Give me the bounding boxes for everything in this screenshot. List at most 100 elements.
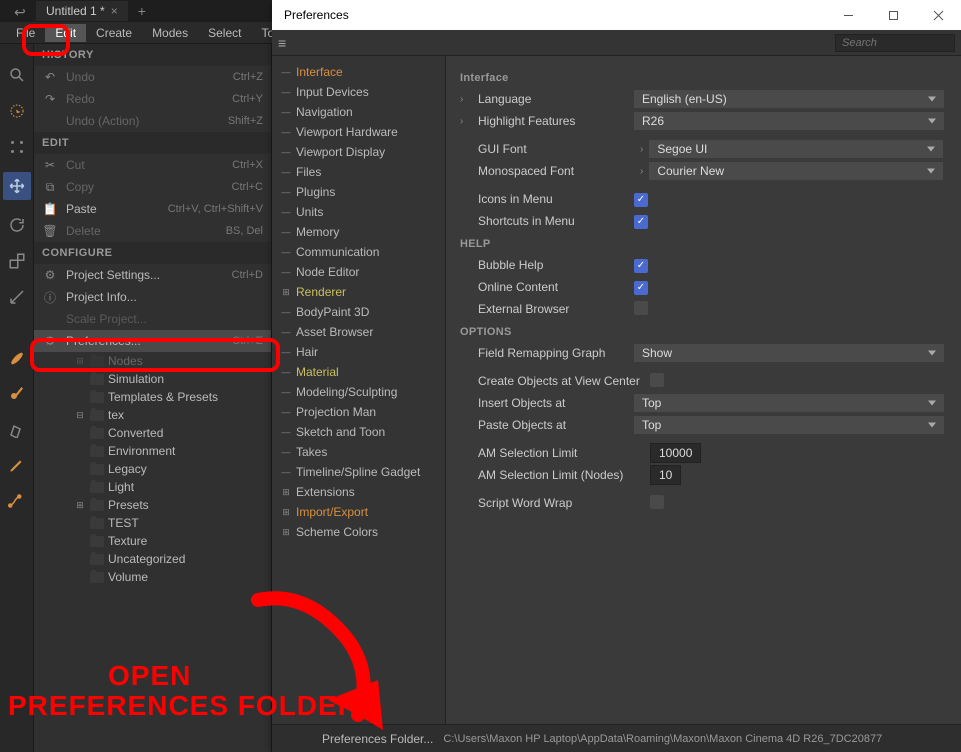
search-input[interactable]	[835, 34, 955, 52]
tree-nodes[interactable]: ⊞Nodes	[34, 352, 271, 370]
language-dropdown[interactable]: English (en-US)	[634, 90, 944, 108]
undo-item[interactable]: ↶UndoCtrl+Z	[34, 66, 271, 88]
document-tab[interactable]: Untitled 1 * ×	[36, 1, 128, 21]
cut-item[interactable]: ✂CutCtrl+X	[34, 154, 271, 176]
pencil-icon[interactable]	[6, 454, 28, 476]
chevron-right-icon[interactable]: ›	[460, 94, 476, 105]
pt-units[interactable]: —Units	[272, 202, 445, 222]
tree-uncategorized[interactable]: Uncategorized	[34, 550, 271, 568]
tab-add-button[interactable]: +	[128, 3, 156, 19]
pt-takes[interactable]: —Takes	[272, 442, 445, 462]
tree-environment[interactable]: Environment	[34, 442, 271, 460]
scale-project-item[interactable]: Scale Project...	[34, 308, 271, 330]
pt-projection[interactable]: —Projection Man	[272, 402, 445, 422]
mono-font-dropdown[interactable]: Courier New	[649, 162, 943, 180]
pt-bodypaint[interactable]: —BodyPaint 3D	[272, 302, 445, 322]
tree-presets[interactable]: ⊞Presets	[34, 496, 271, 514]
delete-item[interactable]: 🗑DeleteBS, Del	[34, 220, 271, 242]
pt-extensions[interactable]: ⊞Extensions	[272, 482, 445, 502]
paste-item[interactable]: 📋PasteCtrl+V, Ctrl+Shift+V	[34, 198, 271, 220]
tree-light[interactable]: Light	[34, 478, 271, 496]
am-limit-input[interactable]: 10000	[650, 443, 701, 463]
pt-navigation[interactable]: —Navigation	[272, 102, 445, 122]
tree-volume[interactable]: Volume	[34, 568, 271, 586]
tree-texture[interactable]: Texture	[34, 532, 271, 550]
search-icon[interactable]	[6, 64, 28, 86]
pt-viewport-hardware[interactable]: —Viewport Hardware	[272, 122, 445, 142]
pt-scheme-colors[interactable]: ⊞Scheme Colors	[272, 522, 445, 542]
redo-item[interactable]: ↷RedoCtrl+Y	[34, 88, 271, 110]
icons-menu-checkbox[interactable]: ✓	[634, 193, 648, 207]
pt-plugins[interactable]: —Plugins	[272, 182, 445, 202]
pt-import-export[interactable]: ⊞Import/Export	[272, 502, 445, 522]
pt-viewport-display[interactable]: —Viewport Display	[272, 142, 445, 162]
pt-hair[interactable]: —Hair	[272, 342, 445, 362]
create-center-checkbox[interactable]	[650, 373, 664, 387]
menu-create[interactable]: Create	[86, 24, 142, 42]
external-browser-checkbox[interactable]	[634, 301, 648, 315]
pt-timeline[interactable]: —Timeline/Spline Gadget	[272, 462, 445, 482]
group-options: OPTIONS	[460, 320, 947, 342]
chevron-right-icon[interactable]: ›	[634, 166, 649, 177]
close-button[interactable]	[916, 0, 961, 30]
online-content-checkbox[interactable]: ✓	[634, 281, 648, 295]
axis-icon[interactable]	[6, 286, 28, 308]
pt-renderer[interactable]: ⊞Renderer	[272, 282, 445, 302]
shortcuts-menu-checkbox[interactable]: ✓	[634, 215, 648, 229]
bubble-help-checkbox[interactable]: ✓	[634, 259, 648, 273]
pt-node-editor[interactable]: —Node Editor	[272, 262, 445, 282]
pt-material[interactable]: —Material	[272, 362, 445, 382]
paste-at-dropdown[interactable]: Top	[634, 416, 944, 434]
project-info-item[interactable]: ⓘProject Info...	[34, 286, 271, 308]
highlight-dropdown[interactable]: R26	[634, 112, 944, 130]
window-title: Preferences	[284, 8, 349, 22]
insert-at-dropdown[interactable]: Top	[634, 394, 944, 412]
back-arrow-icon[interactable]: ↩	[14, 4, 26, 21]
tree-templates[interactable]: Templates & Presets	[34, 388, 271, 406]
tree-converted[interactable]: Converted	[34, 424, 271, 442]
minimize-button[interactable]	[826, 0, 871, 30]
brush-icon[interactable]	[6, 346, 28, 368]
menu-select[interactable]: Select	[198, 24, 251, 42]
tree-test[interactable]: TEST	[34, 514, 271, 532]
create-center-label: Create Objects at View Center	[476, 374, 650, 388]
menu-edit[interactable]: Edit	[45, 24, 86, 42]
pt-asset-browser[interactable]: —Asset Browser	[272, 322, 445, 342]
pt-sketch[interactable]: —Sketch and Toon	[272, 422, 445, 442]
script-wrap-checkbox[interactable]	[650, 495, 664, 509]
pt-input-devices[interactable]: —Input Devices	[272, 82, 445, 102]
am-limit-nodes-input[interactable]: 10	[650, 465, 681, 485]
undo-action-item[interactable]: Undo (Action)Shift+Z	[34, 110, 271, 132]
pt-memory[interactable]: —Memory	[272, 222, 445, 242]
pt-interface[interactable]: —Interface	[272, 62, 445, 82]
folder-icon	[90, 446, 104, 457]
tree-tex[interactable]: ⊟tex	[34, 406, 271, 424]
rotate-icon[interactable]	[6, 214, 28, 236]
tab-close-icon[interactable]: ×	[111, 4, 118, 18]
spline-pen-icon[interactable]	[6, 490, 28, 512]
paint-icon[interactable]	[6, 382, 28, 404]
pt-modeling[interactable]: —Modeling/Sculpting	[272, 382, 445, 402]
edit-brush-icon[interactable]	[6, 418, 28, 440]
chevron-right-icon[interactable]: ›	[460, 116, 476, 127]
live-select-icon[interactable]	[6, 100, 28, 122]
tree-simulation[interactable]: Simulation	[34, 370, 271, 388]
menu-modes[interactable]: Modes	[142, 24, 198, 42]
move-points-icon[interactable]	[6, 136, 28, 158]
pt-communication[interactable]: —Communication	[272, 242, 445, 262]
maximize-button[interactable]	[871, 0, 916, 30]
project-settings-item[interactable]: ⚙Project Settings...Ctrl+D	[34, 264, 271, 286]
hamburger-icon[interactable]: ≡	[278, 35, 286, 51]
field-remap-dropdown[interactable]: Show	[634, 344, 944, 362]
open-preferences-folder-button[interactable]: Preferences Folder...	[322, 732, 433, 746]
copy-item[interactable]: ⧉CopyCtrl+C	[34, 176, 271, 198]
tree-legacy[interactable]: Legacy	[34, 460, 271, 478]
pt-files[interactable]: —Files	[272, 162, 445, 182]
menu-file[interactable]: File	[6, 24, 45, 42]
chevron-right-icon[interactable]: ›	[634, 144, 649, 155]
preferences-item[interactable]: ⚙Preferences...Ctrl+E	[34, 330, 271, 352]
tab-title: Untitled 1 *	[46, 4, 105, 18]
move-icon[interactable]	[3, 172, 31, 200]
gui-font-dropdown[interactable]: Segoe UI	[649, 140, 943, 158]
scale-icon[interactable]	[6, 250, 28, 272]
